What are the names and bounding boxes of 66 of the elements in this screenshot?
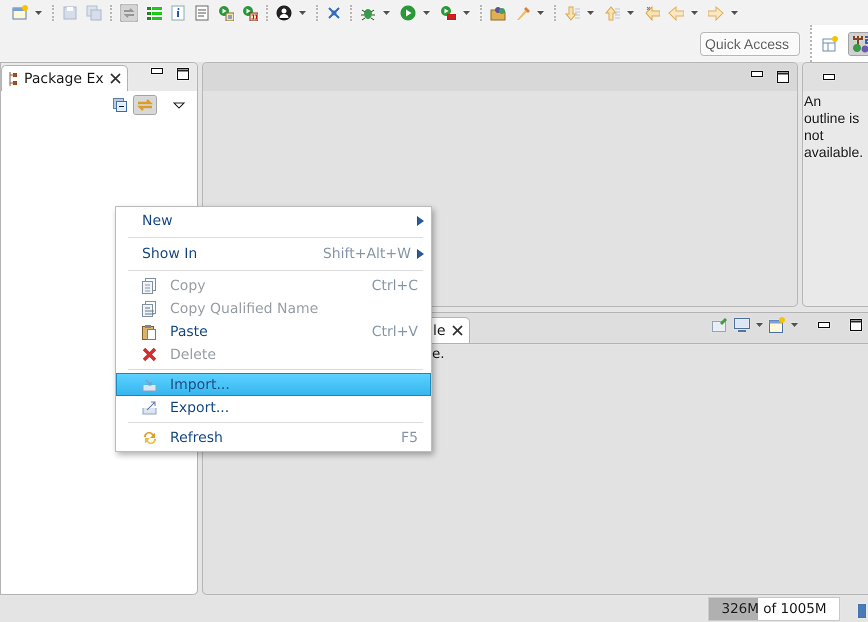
menu-item[interactable]: Refresh F5: [116, 426, 431, 449]
package-explorer-tab[interactable]: Package Ex: [1, 65, 128, 91]
minimize-icon[interactable]: [823, 74, 835, 80]
open-perspective-icon[interactable]: [822, 36, 838, 52]
package-icon: [8, 70, 18, 86]
shortcut-label: Ctrl+V: [372, 324, 418, 340]
tab-label: le: [433, 322, 446, 338]
dropdown-caret-icon[interactable]: [691, 10, 698, 14]
person-icon[interactable]: [276, 4, 292, 20]
menu-item[interactable]: Paste Ctrl+V: [116, 320, 431, 343]
menu-item[interactable]: Export...: [116, 396, 431, 419]
dropdown-caret-icon[interactable]: [587, 10, 594, 14]
dropdown-caret-icon[interactable]: [423, 10, 430, 14]
dropdown-caret-icon[interactable]: [299, 10, 306, 14]
shortcut-label: Shift+Alt+W: [322, 246, 411, 262]
new-console-icon[interactable]: [769, 317, 785, 333]
display-console-icon[interactable]: [734, 318, 750, 332]
delete-icon: [142, 346, 157, 362]
quick-access-field[interactable]: Quick Access: [700, 32, 800, 56]
copy-icon: [142, 300, 157, 316]
task-list-icon[interactable]: [146, 4, 162, 20]
maximize-icon[interactable]: [777, 71, 789, 83]
tab-label: Package Ex: [24, 70, 104, 86]
new-window-icon[interactable]: [12, 4, 28, 20]
close-icon[interactable]: [110, 73, 121, 84]
tray-arrow-icon: [142, 400, 157, 416]
tray-arrow-icon: [142, 376, 157, 392]
dropdown-caret-icon[interactable]: [35, 10, 42, 14]
menu-item[interactable]: Show In Shift+Alt+W: [116, 241, 431, 267]
minimize-icon[interactable]: [818, 322, 830, 328]
run-file-icon[interactable]: [218, 4, 234, 20]
console-tab[interactable]: le: [431, 317, 470, 343]
maximize-icon[interactable]: [850, 319, 862, 331]
dropdown-caret-icon[interactable]: [731, 10, 738, 14]
dropdown-caret-icon[interactable]: [537, 10, 544, 14]
run-icon[interactable]: [400, 4, 416, 20]
info-icon[interactable]: [170, 4, 186, 20]
link-editor-icon[interactable]: [120, 4, 138, 22]
dropdown-caret-icon[interactable]: [791, 323, 798, 327]
view-menu-icon[interactable]: [173, 102, 185, 108]
run-external-icon[interactable]: [440, 4, 456, 20]
close-icon[interactable]: [452, 325, 463, 336]
maximize-icon[interactable]: [177, 68, 189, 80]
clipboard-icon: [142, 324, 157, 340]
menu-item[interactable]: New: [116, 208, 431, 234]
open-folder-icon[interactable]: [490, 4, 506, 20]
copy-icon: [142, 278, 157, 294]
run-server-icon[interactable]: [242, 4, 258, 20]
outline-message: An outline is not available.: [803, 92, 864, 162]
console-message: e.: [432, 346, 445, 362]
last-edit-icon[interactable]: [644, 4, 660, 20]
shortcut-label: Ctrl+C: [372, 278, 418, 294]
dropdown-caret-icon[interactable]: [756, 323, 763, 327]
refresh-icon: [142, 430, 157, 446]
memory-indicator[interactable]: 326M of 1005M: [708, 596, 840, 620]
minimize-icon[interactable]: [151, 68, 163, 74]
shortcut-label: F5: [401, 430, 418, 446]
collapse-all-icon[interactable]: [113, 98, 127, 112]
dropdown-caret-icon[interactable]: [627, 10, 634, 14]
pin-console-icon[interactable]: [712, 318, 728, 332]
menu-item[interactable]: Import...: [116, 373, 431, 396]
dropdown-caret-icon[interactable]: [463, 10, 470, 14]
minimize-icon[interactable]: [751, 71, 763, 77]
document-icon[interactable]: [194, 4, 210, 20]
java-perspective-icon[interactable]: [851, 34, 868, 52]
dropdown-caret-icon[interactable]: [383, 10, 390, 14]
